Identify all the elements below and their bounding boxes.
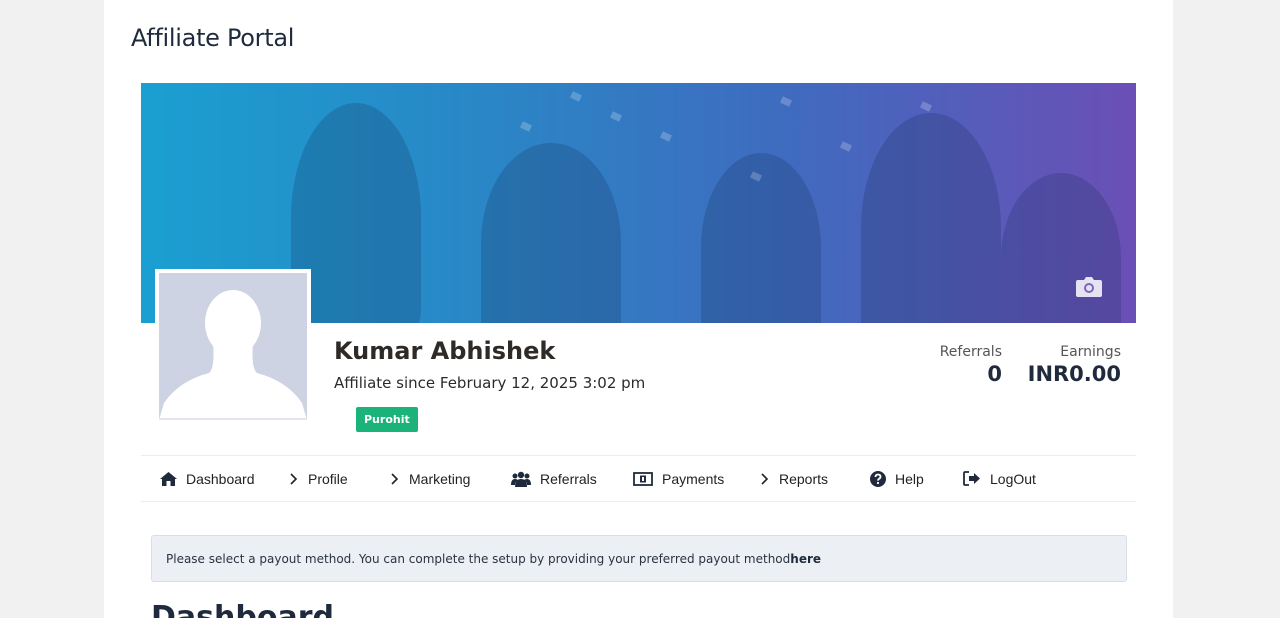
nav-label: Payments (662, 470, 725, 487)
nav-item-profile[interactable]: Profile (289, 456, 348, 501)
earnings-stat: Earnings INR0.00 (1016, 344, 1121, 386)
nav-item-marketing[interactable]: Marketing (390, 456, 470, 501)
user-silhouette-icon (159, 290, 307, 418)
nav-label: Help (895, 470, 924, 487)
alert-link[interactable]: here (790, 552, 821, 566)
alert-text: Please select a payout method. You can c… (166, 551, 791, 566)
chevron-right-icon (391, 472, 399, 485)
nav-label: Reports (779, 470, 829, 487)
nav-label: Dashboard (186, 470, 255, 487)
affiliate-since: Affiliate since February 12, 2025 3:02 p… (334, 374, 646, 392)
users-icon (511, 471, 531, 487)
nav-item-help[interactable]: Help (870, 456, 924, 501)
section-heading: Dashboard (151, 600, 334, 618)
nav-item-logout[interactable]: LogOut (963, 456, 1036, 501)
camera-icon[interactable] (1076, 277, 1102, 297)
profile-nav: Dashboard Profile Marketing Referrals Pa… (141, 455, 1136, 502)
referrals-stat: Referrals 0 (920, 344, 1002, 386)
nav-item-dashboard[interactable]: Dashboard (160, 456, 255, 501)
nav-label: Marketing (409, 470, 471, 487)
question-circle-icon (870, 470, 886, 487)
status-badge: Purohit (356, 407, 418, 432)
home-icon (160, 471, 177, 486)
page-container: Affiliate Portal Kumar Abhishek Affiliat… (104, 0, 1173, 618)
earnings-value: INR0.00 (1027, 362, 1121, 386)
chevron-right-icon (290, 472, 298, 485)
page-title: Affiliate Portal (131, 24, 295, 52)
referrals-label: Referrals (939, 344, 1002, 360)
avatar[interactable] (155, 269, 311, 424)
earnings-label: Earnings (1060, 344, 1121, 360)
nav-item-referrals[interactable]: Referrals (511, 456, 597, 501)
nav-item-reports[interactable]: Reports (760, 456, 828, 501)
nav-label: Profile (308, 470, 348, 487)
payout-alert: Please select a payout method. You can c… (151, 535, 1127, 582)
nav-label: Referrals (540, 470, 597, 487)
referrals-value: 0 (987, 362, 1002, 386)
money-icon (633, 471, 653, 486)
profile-name: Kumar Abhishek (334, 337, 556, 365)
sign-out-icon (963, 471, 980, 486)
nav-label: LogOut (990, 470, 1036, 487)
nav-item-payments[interactable]: Payments (633, 456, 724, 501)
chevron-right-icon (761, 472, 769, 485)
